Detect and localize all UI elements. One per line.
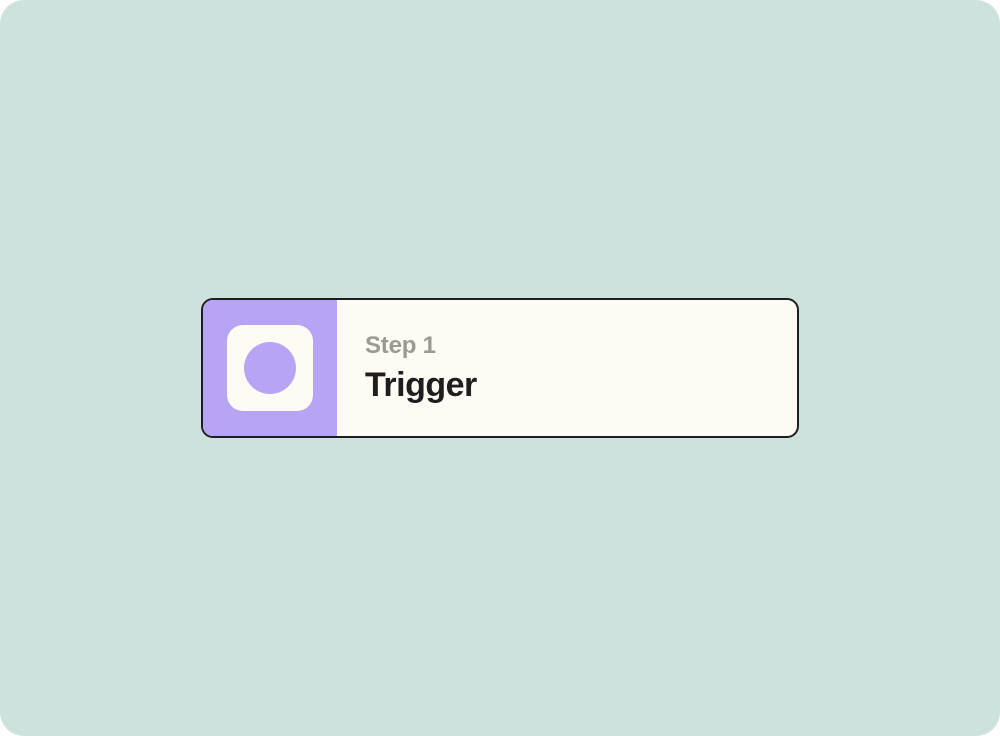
step-label: Step 1 xyxy=(365,332,797,360)
canvas-background: Step 1 Trigger xyxy=(0,0,1000,736)
step-card[interactable]: Step 1 Trigger xyxy=(201,298,799,438)
step-title: Trigger xyxy=(365,366,797,405)
step-icon-tile xyxy=(227,325,313,411)
step-icon-panel xyxy=(203,300,337,436)
circle-icon xyxy=(244,342,296,394)
step-text-panel: Step 1 Trigger xyxy=(337,300,797,436)
